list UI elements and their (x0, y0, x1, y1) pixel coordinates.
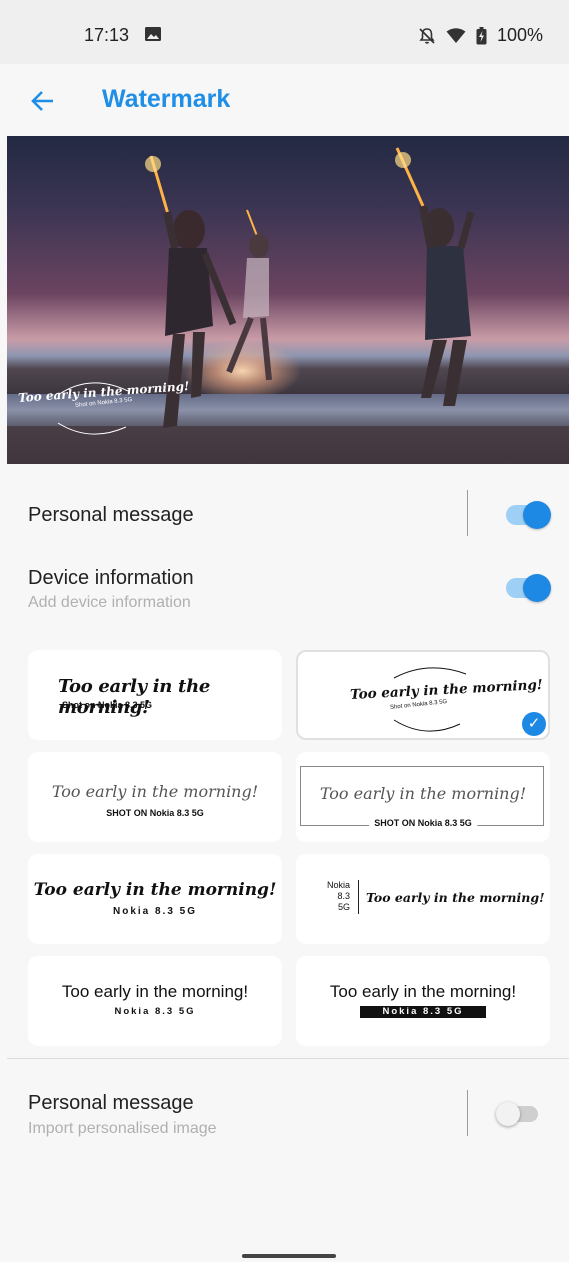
device-line: 8.3 (337, 891, 350, 901)
watermark-style-1[interactable]: Too early in the morning! Shot on Nokia … (28, 650, 282, 740)
device-information-toggle[interactable] (506, 574, 551, 602)
watermark-style-6[interactable]: Nokia 8.3 5G Too early in the morning! (296, 854, 550, 944)
watermark-style-5[interactable]: Too early in the morning! Nokia 8.3 5G (28, 854, 282, 944)
status-icons: 100% (418, 25, 543, 46)
battery-percent: 100% (496, 25, 543, 45)
device-information-label: Device information (28, 567, 194, 589)
style-subtext: Shot on Nokia 8.3 5G (62, 700, 153, 710)
style-subtext: SHOT ON Nokia 8.3 5G (106, 808, 204, 818)
gesture-nav-handle[interactable] (242, 1254, 336, 1258)
personal-image-subtitle: Import personalised image (28, 1120, 217, 1137)
check-icon: ✓ (522, 712, 546, 736)
watermark-style-7[interactable]: Too early in the morning! Nokia 8.3 5G (28, 956, 282, 1046)
wifi-icon (446, 27, 466, 43)
style-subtext: SHOT ON Nokia 8.3 5G (369, 818, 477, 828)
watermark-style-8[interactable]: Too early in the morning! Nokia 8.3 5G (296, 956, 550, 1046)
toggle-knob (496, 1102, 520, 1126)
app-bar (0, 64, 569, 136)
device-line: 5G (337, 902, 350, 912)
status-time: 17:13 (84, 25, 130, 45)
page-title: Watermark (102, 85, 231, 113)
personal-message-label: Personal message (28, 504, 194, 526)
watermark-style-2[interactable]: Too early in the morning! Shot on Nokia … (296, 650, 550, 740)
style-subtext: Nokia 8.3 5G (360, 1006, 486, 1018)
watermark-style-4[interactable]: Too early in the morning! SHOT ON Nokia … (296, 752, 550, 842)
status-bar: 17:13 100% (0, 0, 569, 64)
section-divider (7, 1058, 569, 1059)
watermark-style-3[interactable]: Too early in the morning! SHOT ON Nokia … (28, 752, 282, 842)
divider (467, 1090, 468, 1136)
battery-icon (476, 26, 487, 44)
style-device-stack: Nokia 8.3 5G (320, 880, 350, 913)
gallery-icon (145, 27, 161, 41)
device-line: Nokia (326, 880, 350, 890)
style-text: Too early in the morning! (51, 782, 259, 801)
style-text: Too early in the morning! (58, 676, 211, 718)
style-subtext: Nokia 8.3 5G (112, 906, 198, 917)
style-text: Too early in the morning! (33, 880, 277, 900)
divider (467, 490, 468, 536)
style-text: Too early in the morning! (319, 784, 527, 803)
style-separator (358, 880, 359, 914)
mute-icon (419, 27, 435, 44)
preview-watermark: Too early in the morning! Shot on Nokia … (18, 379, 190, 435)
arrow-left-icon[interactable] (30, 88, 56, 114)
toggle-knob (523, 574, 551, 602)
toggle-knob (523, 501, 551, 529)
personal-image-label: Personal message (28, 1092, 194, 1114)
personal-message-toggle[interactable] (506, 501, 551, 529)
personal-image-toggle[interactable] (496, 1102, 538, 1126)
device-information-subtitle: Add device information (28, 594, 191, 611)
style-text: Too early in the morning! (61, 982, 249, 1001)
style-text: Too early in the morning! (366, 890, 545, 905)
style-subtext: Nokia 8.3 5G (114, 1006, 196, 1017)
style-text: Too early in the morning! (329, 982, 517, 1001)
